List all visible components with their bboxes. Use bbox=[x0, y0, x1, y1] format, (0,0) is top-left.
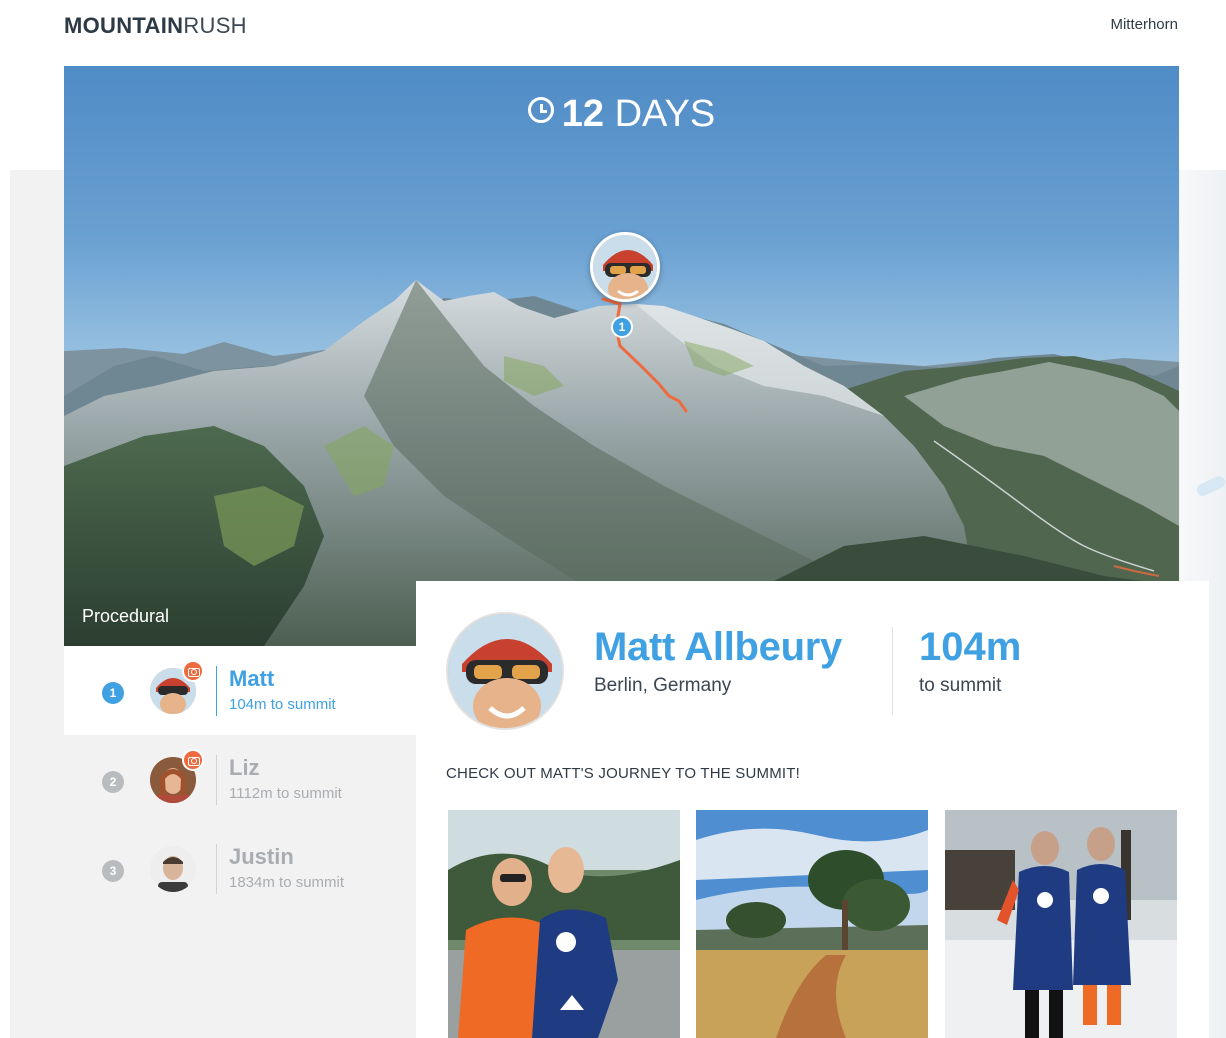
countdown-number: 12 bbox=[561, 93, 605, 135]
climber-map-avatar[interactable] bbox=[590, 232, 660, 302]
camera-icon[interactable] bbox=[182, 749, 204, 771]
rank-badge: 1 bbox=[102, 682, 124, 704]
leaderboard-row-matt[interactable]: 1 Matt 104m to summit bbox=[64, 646, 416, 735]
climber-name: Matt bbox=[229, 666, 275, 691]
climber-distance: 1834m to summit bbox=[229, 874, 345, 891]
profile-name: Matt Allbeury bbox=[594, 625, 842, 669]
leaderboard-row-justin[interactable]: 3 Justin 1834m to summit bbox=[64, 824, 416, 913]
countdown-unit: DAYS bbox=[614, 93, 716, 135]
row-divider bbox=[216, 755, 217, 805]
summit-distance-label: to summit bbox=[919, 675, 1002, 696]
journey-photo[interactable] bbox=[696, 810, 928, 1038]
render-mode-label: Procedural bbox=[82, 606, 170, 626]
climber-name: Liz bbox=[229, 755, 260, 780]
site-header: MOUNTAINRUSH Mitterhorn bbox=[0, 0, 1226, 60]
mountain-terrain-render bbox=[64, 280, 1179, 646]
avatar bbox=[150, 846, 196, 892]
map-rank-pin[interactable]: 1 bbox=[611, 316, 633, 338]
climber-profile-card: Matt Allbeury Berlin, Germany 104m to su… bbox=[416, 581, 1209, 1038]
brand-bold: MOUNTAIN bbox=[64, 13, 184, 38]
leaderboard-row-liz[interactable]: 2 Liz 1112m to summit bbox=[64, 735, 416, 824]
mountain-link[interactable]: Mitterhorn bbox=[1110, 16, 1178, 33]
leaderboard: 1 Matt 104m to summit 2 Liz 1112m to sum… bbox=[64, 646, 416, 913]
journey-heading: CHECK OUT MATT'S JOURNEY TO THE SUMMIT! bbox=[446, 765, 801, 782]
brand-logo[interactable]: MOUNTAINRUSH bbox=[64, 13, 247, 39]
brand-light: RUSH bbox=[183, 13, 247, 38]
summit-distance-value: 104m bbox=[919, 625, 1022, 669]
camera-icon[interactable] bbox=[182, 660, 204, 682]
clock-icon bbox=[527, 97, 554, 123]
rank-badge: 3 bbox=[102, 860, 124, 882]
mountain-hero[interactable]: 12 DAYS 1 Procedural bbox=[64, 66, 1179, 646]
stat-divider bbox=[892, 627, 893, 715]
rank-badge: 2 bbox=[102, 771, 124, 793]
row-divider bbox=[216, 666, 217, 716]
countdown: 12 DAYS bbox=[64, 92, 1179, 136]
climber-distance: 1112m to summit bbox=[229, 785, 342, 802]
profile-location: Berlin, Germany bbox=[594, 675, 732, 696]
climber-name: Justin bbox=[229, 844, 294, 869]
profile-avatar bbox=[446, 612, 564, 730]
row-divider bbox=[216, 844, 217, 894]
journey-photo[interactable] bbox=[945, 810, 1177, 1038]
climber-distance: 104m to summit bbox=[229, 696, 336, 713]
journey-photo[interactable] bbox=[448, 810, 680, 1038]
